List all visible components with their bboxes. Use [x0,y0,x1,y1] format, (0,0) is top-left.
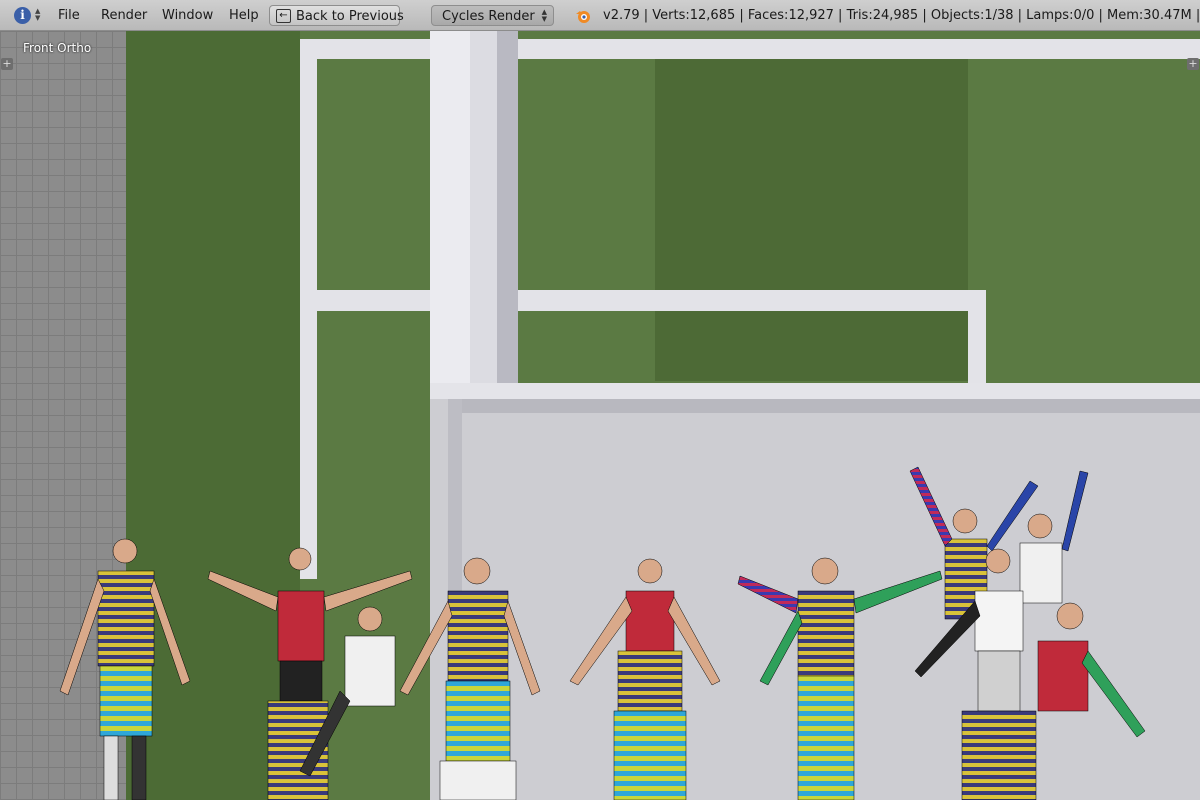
back-to-previous-button[interactable]: ← Back to Previous [269,5,404,26]
player-5 [569,558,721,800]
blender-logo-icon [576,11,590,23]
plus-icon[interactable]: + [1187,58,1199,70]
player-6 [737,557,943,800]
chevron-updown-icon: ▲ ▼ [541,8,547,23]
view-label: Front Ortho [23,41,92,55]
info-icon: i [14,7,31,24]
players-group [59,466,1146,800]
menu-render[interactable]: Render [101,0,147,30]
chevron-updown-icon: ▲ ▼ [35,7,41,22]
player-4 [399,557,541,800]
editor-type-selector[interactable]: i ▲ ▼ [10,0,44,30]
menu-file[interactable]: File [58,0,80,30]
render-engine-label: Cycles Render [442,9,535,24]
player-1 [59,538,191,800]
stats-text: v2.79 | Verts:12,685 | Faces:12,927 | Tr… [603,8,1200,23]
back-button-label: Back to Previous [296,9,404,24]
plus-icon[interactable]: + [1,58,13,70]
3d-viewport[interactable]: + + Front Ortho [0,31,1200,800]
back-arrow-icon: ← [276,9,291,23]
player-10 [1037,602,1146,738]
menu-window[interactable]: Window [162,0,213,30]
info-header: i ▲ ▼ File Render Window Help ← Back to P… [0,0,1200,31]
menu-help[interactable]: Help [229,0,259,30]
render-engine-select[interactable]: Cycles Render ▲ ▼ [431,5,554,26]
